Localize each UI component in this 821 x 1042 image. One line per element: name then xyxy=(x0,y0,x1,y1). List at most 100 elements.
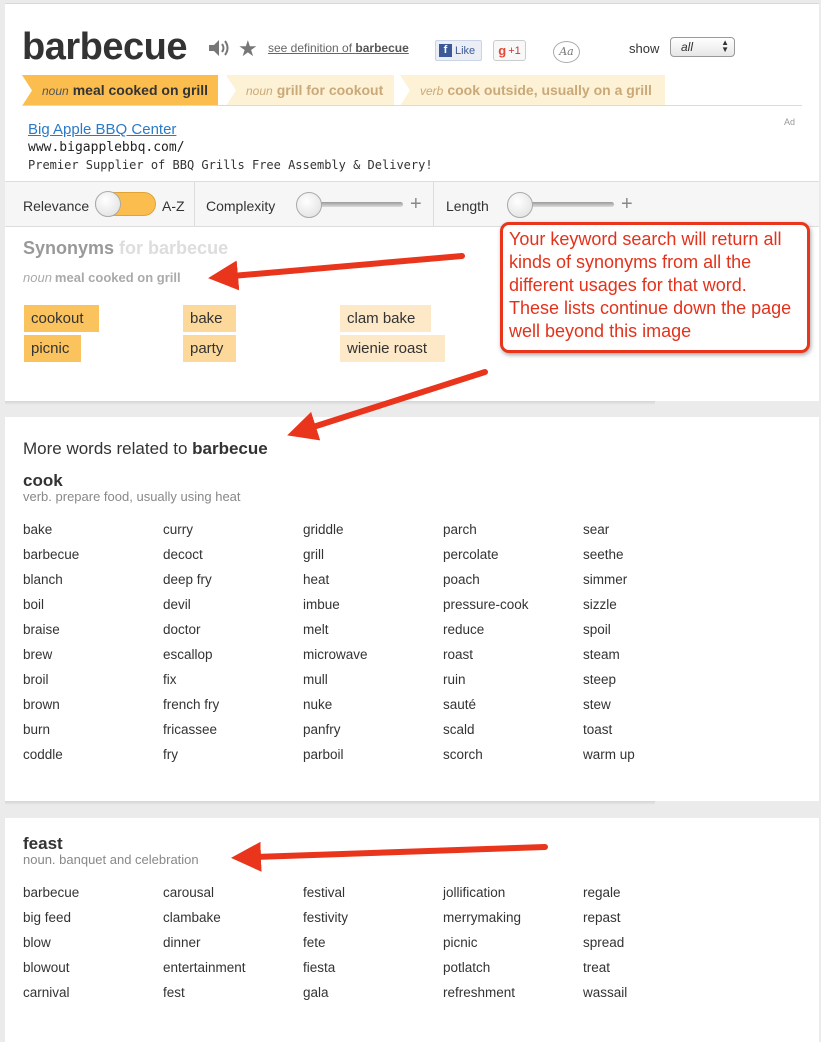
word-link[interactable]: picnic xyxy=(443,930,521,955)
word-link[interactable]: heat xyxy=(303,567,368,592)
word-link[interactable]: parch xyxy=(443,517,529,542)
word-link[interactable]: nuke xyxy=(303,692,368,717)
word-link[interactable]: french fry xyxy=(163,692,219,717)
word-link[interactable]: poach xyxy=(443,567,529,592)
word-link[interactable]: ruin xyxy=(443,667,529,692)
synonym-chip[interactable]: clam bake xyxy=(340,305,431,332)
word-link[interactable]: roast xyxy=(443,642,529,667)
word-link[interactable]: fete xyxy=(303,930,348,955)
word-link[interactable]: bake xyxy=(23,517,79,542)
word-link[interactable]: merrymaking xyxy=(443,905,521,930)
synonym-chip[interactable]: wienie roast xyxy=(340,335,445,362)
word-link[interactable]: fricassee xyxy=(163,717,219,742)
word-link[interactable]: festivity xyxy=(303,905,348,930)
word-link[interactable]: decoct xyxy=(163,542,219,567)
complexity-slider-handle[interactable] xyxy=(296,192,322,218)
word-link[interactable]: spread xyxy=(583,930,627,955)
word-link[interactable]: fiesta xyxy=(303,955,348,980)
ad-title-link[interactable]: Big Apple BBQ Center xyxy=(28,121,176,138)
word-link[interactable]: blowout xyxy=(23,955,79,980)
group-word[interactable]: feast xyxy=(23,834,63,854)
word-link[interactable]: mull xyxy=(303,667,368,692)
word-link[interactable]: parboil xyxy=(303,742,368,767)
google-plus-button[interactable]: g +1 xyxy=(493,40,526,61)
word-link[interactable]: scald xyxy=(443,717,529,742)
synonym-chip[interactable]: cookout xyxy=(24,305,99,332)
word-link[interactable]: brown xyxy=(23,692,79,717)
word-link[interactable]: jollification xyxy=(443,880,521,905)
word-link[interactable]: doctor xyxy=(163,617,219,642)
word-link[interactable]: melt xyxy=(303,617,368,642)
word-link[interactable]: panfry xyxy=(303,717,368,742)
length-plus-icon[interactable]: + xyxy=(621,193,633,216)
word-link[interactable]: escallop xyxy=(163,642,219,667)
relevance-az-toggle[interactable] xyxy=(95,191,156,217)
word-link[interactable]: burn xyxy=(23,717,79,742)
word-link[interactable]: pressure-cook xyxy=(443,592,529,617)
word-link[interactable]: scorch xyxy=(443,742,529,767)
word-link[interactable]: sear xyxy=(583,517,635,542)
word-link[interactable]: wassail xyxy=(583,980,627,1005)
word-link[interactable]: fry xyxy=(163,742,219,767)
tab-sense-2[interactable]: noun grill for cookout xyxy=(226,75,394,106)
word-link[interactable]: treat xyxy=(583,955,627,980)
word-link[interactable]: clambake xyxy=(163,905,246,930)
group-word[interactable]: cook xyxy=(23,471,63,491)
word-link[interactable]: griddle xyxy=(303,517,368,542)
word-link[interactable]: brew xyxy=(23,642,79,667)
word-link[interactable]: sizzle xyxy=(583,592,635,617)
tab-sense-1[interactable]: noun meal cooked on grill xyxy=(22,75,218,106)
word-link[interactable]: reduce xyxy=(443,617,529,642)
word-link[interactable]: microwave xyxy=(303,642,368,667)
word-link[interactable]: barbecue xyxy=(23,880,79,905)
word-link[interactable]: toast xyxy=(583,717,635,742)
word-link[interactable]: regale xyxy=(583,880,627,905)
word-link[interactable]: simmer xyxy=(583,567,635,592)
word-link[interactable]: spoil xyxy=(583,617,635,642)
synonym-chip[interactable]: picnic xyxy=(24,335,81,362)
word-link[interactable]: gala xyxy=(303,980,348,1005)
word-link[interactable]: imbue xyxy=(303,592,368,617)
show-select[interactable]: all ▲ ▼ xyxy=(670,37,735,57)
word-link[interactable]: festival xyxy=(303,880,348,905)
word-link[interactable]: devil xyxy=(163,592,219,617)
word-link[interactable]: boil xyxy=(23,592,79,617)
complexity-plus-icon[interactable]: + xyxy=(410,193,422,216)
see-definition-link[interactable]: see definition of barbecue xyxy=(268,41,409,55)
synonym-chip[interactable]: bake xyxy=(183,305,236,332)
word-link[interactable]: broil xyxy=(23,667,79,692)
word-link[interactable]: braise xyxy=(23,617,79,642)
word-link[interactable]: percolate xyxy=(443,542,529,567)
word-link[interactable]: entertainment xyxy=(163,955,246,980)
star-icon[interactable]: ★ xyxy=(238,36,258,62)
word-link[interactable]: blanch xyxy=(23,567,79,592)
word-link[interactable]: stew xyxy=(583,692,635,717)
word-link[interactable]: steep xyxy=(583,667,635,692)
tab-sense-3[interactable]: verb cook outside, usually on a grill xyxy=(400,75,665,106)
speaker-icon[interactable] xyxy=(207,38,231,58)
word-link[interactable]: big feed xyxy=(23,905,79,930)
word-link[interactable]: deep fry xyxy=(163,567,219,592)
facebook-like-button[interactable]: f Like xyxy=(435,40,482,61)
word-link[interactable]: carnival xyxy=(23,980,79,1005)
synonym-chip[interactable]: party xyxy=(183,335,236,362)
word-link[interactable]: fest xyxy=(163,980,246,1005)
word-link[interactable]: refreshment xyxy=(443,980,521,1005)
word-link[interactable]: steam xyxy=(583,642,635,667)
word-link[interactable]: dinner xyxy=(163,930,246,955)
word-link[interactable]: fix xyxy=(163,667,219,692)
word-link[interactable]: seethe xyxy=(583,542,635,567)
word-link[interactable]: repast xyxy=(583,905,627,930)
length-slider-handle[interactable] xyxy=(507,192,533,218)
word-link[interactable]: coddle xyxy=(23,742,79,767)
word-link[interactable]: sauté xyxy=(443,692,529,717)
font-size-icon[interactable]: Aa xyxy=(553,41,580,63)
word-link[interactable]: barbecue xyxy=(23,542,79,567)
word-link[interactable]: blow xyxy=(23,930,79,955)
word-link[interactable]: grill xyxy=(303,542,368,567)
word-link[interactable]: carousal xyxy=(163,880,246,905)
word-link[interactable]: warm up xyxy=(583,742,635,767)
word-link[interactable]: potlatch xyxy=(443,955,521,980)
word-link[interactable]: curry xyxy=(163,517,219,542)
toggle-knob[interactable] xyxy=(95,191,121,217)
